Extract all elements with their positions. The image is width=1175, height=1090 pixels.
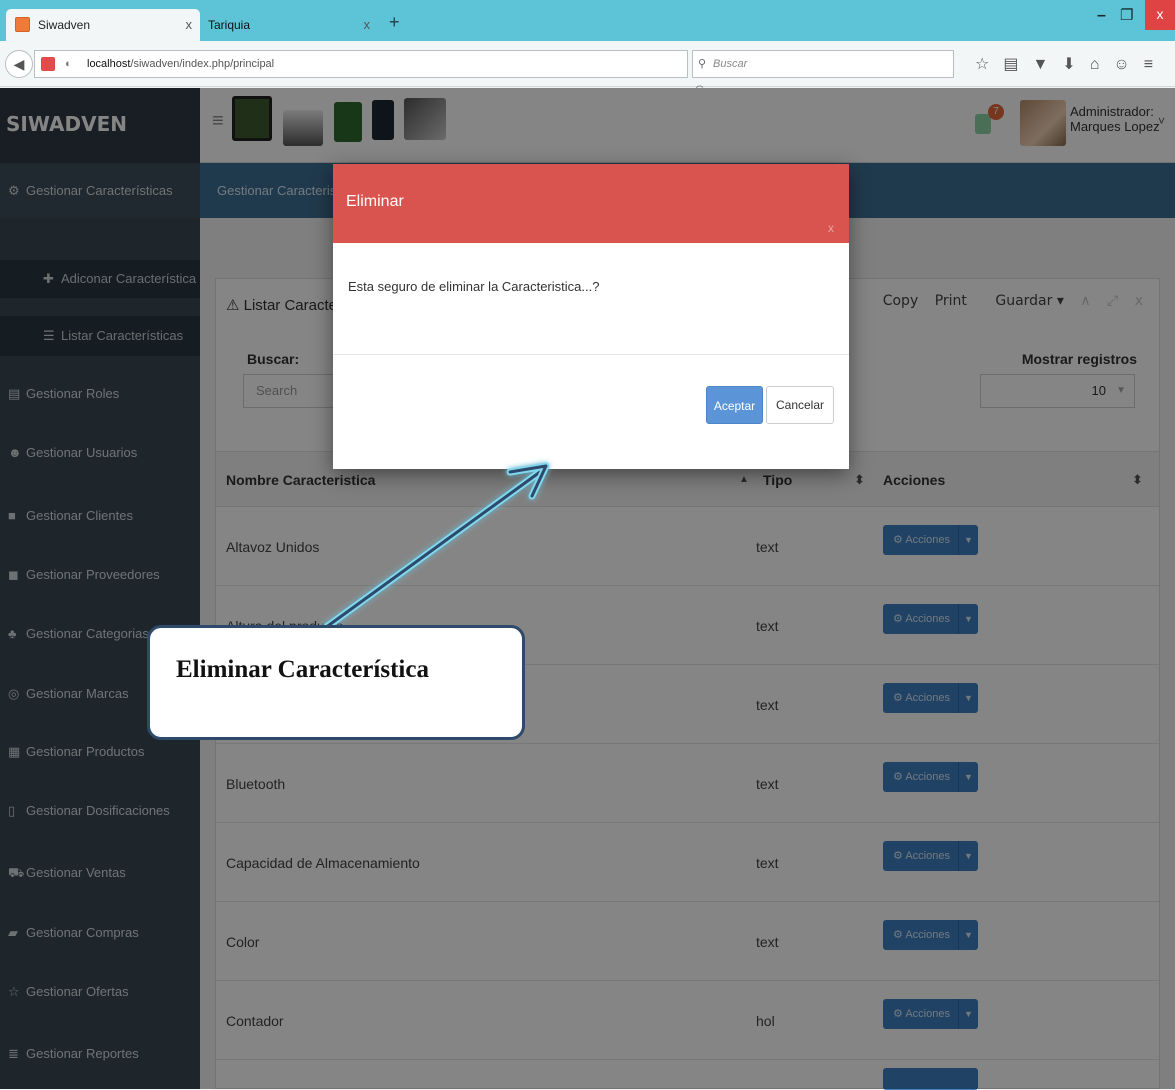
window-restore-icon[interactable]: ❐ [1120, 6, 1133, 24]
browser-search-placeholder: Buscar [713, 58, 748, 70]
browser-toolbar-icons[interactable]: ☆▤▼⬇⌂☺≡ [975, 54, 1167, 74]
browser-tab-inactive[interactable]: Tariquia x [200, 9, 378, 41]
back-arrow-icon[interactable]: ◀ [5, 50, 33, 78]
modal-divider [333, 354, 849, 355]
addon-icon [41, 57, 55, 71]
browser-navbar: ◀ ◐ localhost/siwadven/index.php/princip… [0, 41, 1175, 97]
tab-label: Tariquia [208, 18, 251, 32]
url-host: localhost [87, 58, 131, 70]
accept-button[interactable]: Aceptar [706, 386, 763, 424]
cancel-button[interactable]: Cancelar [766, 386, 834, 424]
browser-tabbar: Siwadven x Tariquia x + – ❐ x [0, 0, 1175, 41]
browser-search-input[interactable]: ⚲ Buscar [692, 50, 954, 78]
tab-close-icon[interactable]: x [186, 9, 193, 41]
address-bar[interactable]: ◐ localhost/siwadven/index.php/principal… [34, 50, 704, 97]
browser-tab-active[interactable]: Siwadven x [6, 9, 200, 41]
search-icon: ⚲ [698, 58, 707, 70]
site-favicon-icon [15, 17, 30, 32]
modal-header: Eliminar x [333, 164, 849, 243]
tab-close-icon[interactable]: x [364, 9, 371, 41]
new-tab-icon[interactable]: + [389, 12, 400, 33]
url-path: /siwadven/index.php/principal [130, 58, 275, 70]
callout-label: Eliminar Característica [147, 625, 525, 740]
window-close-icon[interactable]: x [1145, 0, 1175, 30]
modal-message: Esta seguro de eliminar la Caracteristic… [348, 279, 600, 294]
globe-icon: ◐ [65, 58, 72, 70]
modal-title: Eliminar [346, 193, 404, 210]
window-minimize-icon[interactable]: – [1097, 7, 1106, 25]
delete-modal: Eliminar x Esta seguro de eliminar la Ca… [333, 164, 849, 469]
close-icon[interactable]: x [828, 190, 834, 266]
tab-label: Siwadven [38, 18, 91, 32]
